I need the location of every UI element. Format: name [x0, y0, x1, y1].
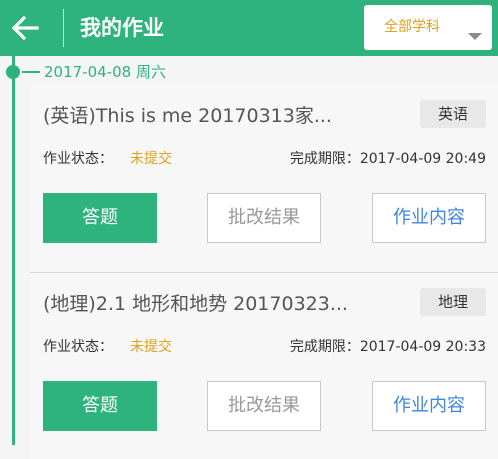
status-label: 作业状态：	[43, 339, 113, 355]
subject-tag: 地理	[420, 288, 486, 316]
subject-filter-label: 全部学科	[384, 19, 440, 35]
back-button[interactable]	[6, 9, 44, 47]
homework-title[interactable]: (英语)This is me 20170313家...	[43, 102, 413, 130]
timeline-date: 2017-04-08 周六	[44, 61, 166, 83]
triangle-down-icon	[468, 33, 482, 40]
deadline-text: 完成期限：2017-04-09 20:49	[289, 151, 486, 167]
answer-button[interactable]: 答题	[43, 193, 157, 243]
answer-button[interactable]: 答题	[43, 381, 157, 431]
weekday-text: 周六	[135, 63, 166, 81]
homework-content-button[interactable]: 作业内容	[372, 193, 486, 243]
subject-tag: 英语	[420, 100, 486, 128]
homework-card: (地理)2.1 地形和地势 20170323... 地理 作业状态： 未提交 完…	[30, 272, 498, 459]
page-title: 我的作业	[80, 16, 164, 40]
timeline-connector	[22, 71, 40, 73]
timeline-dot	[6, 65, 20, 79]
app-header: 我的作业 全部学科	[0, 0, 498, 56]
status-value: 未提交	[130, 339, 172, 355]
grading-result-button[interactable]: 批改结果	[207, 381, 321, 431]
date-text: 2017-04-08	[44, 63, 132, 81]
homework-card: (英语)This is me 20170313家... 英语 作业状态： 未提交…	[30, 85, 498, 272]
status-label: 作业状态：	[43, 151, 113, 167]
deadline-text: 完成期限：2017-04-09 20:33	[289, 339, 486, 355]
header-divider	[63, 9, 64, 47]
grading-result-button[interactable]: 批改结果	[207, 193, 321, 243]
timeline-line	[12, 56, 15, 445]
subject-filter-dropdown[interactable]: 全部学科	[364, 5, 492, 50]
homework-content-button[interactable]: 作业内容	[372, 381, 486, 431]
homework-title[interactable]: (地理)2.1 地形和地势 20170323...	[43, 290, 413, 318]
arrow-left-icon	[11, 15, 39, 41]
status-value: 未提交	[130, 151, 172, 167]
